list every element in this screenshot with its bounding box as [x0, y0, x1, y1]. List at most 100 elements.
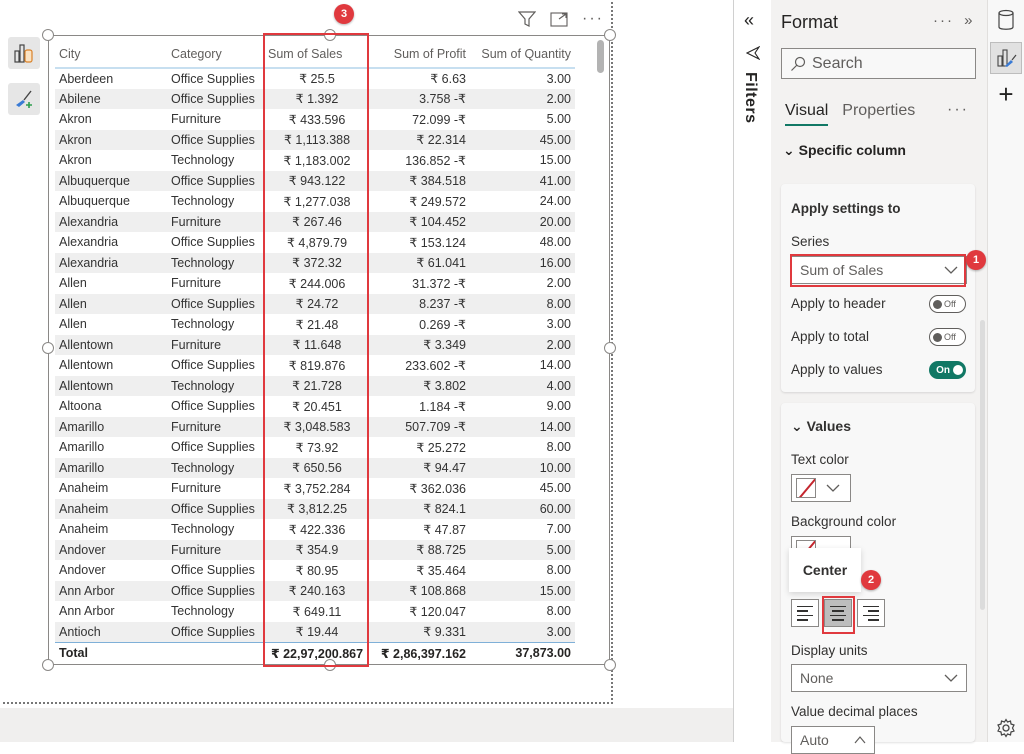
table-row[interactable]: Akron Furniture ₹ 433.596 72.099 -₹ 5.00	[55, 109, 575, 130]
city-cell: Amarillo	[55, 457, 167, 478]
sales-cell: ₹ 354.9	[264, 539, 370, 560]
apply-to-values-toggle[interactable]: On	[929, 361, 966, 379]
profit-cell: ₹ 120.047	[409, 604, 466, 619]
quantity-cell: 2.00	[470, 88, 575, 109]
quantity-cell: 20.00	[470, 211, 575, 232]
resize-handle[interactable]	[42, 342, 54, 354]
table-row[interactable]: Aberdeen Office Supplies ₹ 25.5 ₹ 6.63 3.00	[55, 68, 575, 89]
more-options-icon[interactable]: ···	[933, 12, 954, 29]
tab-visual[interactable]: Visual	[785, 102, 829, 126]
section-specific-column[interactable]: ⌄ Specific column	[783, 142, 906, 159]
display-units-label: Display units	[791, 643, 868, 658]
chevron-up-icon[interactable]	[854, 736, 866, 744]
table-row[interactable]: Akron Technology ₹ 1,183.002 136.852 -₹ 15.0…	[55, 150, 575, 171]
display-units-dropdown[interactable]: None	[791, 664, 967, 692]
table-row[interactable]: Allentown Furniture ₹ 11.648 ₹ 3.349 2.00	[55, 334, 575, 355]
table-row[interactable]: Ann Arbor Office Supplies ₹ 240.163 ₹ 108.8…	[55, 580, 575, 601]
table-row[interactable]: Amarillo Technology ₹ 650.56 ₹ 94.47 10.00	[55, 457, 575, 478]
sales-cell: ₹ 240.163	[264, 580, 370, 601]
column-header-category[interactable]: Category	[167, 40, 264, 69]
column-header-sales[interactable]: Sum of Sales	[264, 40, 370, 69]
sales-cell: ₹ 3,048.583	[264, 416, 370, 437]
sales-cell: ₹ 372.32	[264, 252, 370, 273]
table-row[interactable]: Allen Furniture ₹ 244.006 31.372 -₹ 2.00	[55, 273, 575, 294]
profit-cell: ₹ 3.802	[370, 375, 470, 396]
column-header-city[interactable]: City	[55, 40, 167, 69]
collapse-filters-icon[interactable]: «	[744, 10, 754, 31]
table-row[interactable]: Albuquerque Technology ₹ 1,277.038 ₹ 249.57…	[55, 191, 575, 212]
table-scrollbar[interactable]	[597, 40, 604, 73]
table-visual: City Category Sum of Sales Sum of Profit…	[55, 40, 575, 664]
add-pane-button[interactable]: +	[990, 78, 1022, 110]
resize-handle[interactable]	[42, 659, 54, 671]
align-right-button[interactable]	[857, 599, 885, 627]
quantity-cell: 24.00	[539, 194, 571, 209]
category-cell: Furniture	[167, 539, 264, 560]
apply-to-header-toggle[interactable]: Off	[929, 295, 966, 313]
category-cell: Technology	[171, 194, 235, 209]
series-dropdown[interactable]: Sum of Sales	[791, 256, 967, 284]
sales-cell: ₹ 244.006	[288, 276, 346, 291]
focus-mode-icon[interactable]	[550, 11, 568, 27]
resize-handle[interactable]	[604, 342, 616, 354]
resize-handle[interactable]	[604, 29, 616, 41]
expand-pane-icon[interactable]: »	[964, 12, 974, 29]
search-input[interactable]: Search	[781, 48, 976, 79]
quantity-cell: 16.00	[470, 252, 575, 273]
values-section-toggle[interactable]: ⌄ Values	[791, 418, 851, 435]
build-visual-button[interactable]	[8, 37, 40, 69]
quantity-cell: 7.00	[546, 522, 571, 537]
quantity-cell: 48.00	[539, 235, 571, 250]
table-row[interactable]: Allen Technology ₹ 21.48 0.269 -₹ 3.00	[55, 314, 575, 335]
format-visual-button[interactable]	[8, 83, 40, 115]
table-row[interactable]: Alexandria Office Supplies ₹ 4,879.79 ₹ 153…	[55, 232, 575, 253]
city-cell: Amarillo	[59, 440, 105, 455]
resize-handle[interactable]	[42, 29, 54, 41]
table-row[interactable]: Amarillo Office Supplies ₹ 73.92 ₹ 25.272 8.…	[55, 437, 575, 458]
table-row[interactable]: Anaheim Technology ₹ 422.336 ₹ 47.87 7.00	[55, 519, 575, 540]
settings-button[interactable]	[990, 712, 1022, 744]
apply-to-total-toggle[interactable]: Off	[929, 328, 966, 346]
table-row[interactable]: Abilene Office Supplies ₹ 1.392 3.758 -₹ 2.0…	[55, 88, 575, 109]
profit-cell: ₹ 61.041	[370, 252, 470, 273]
table-row[interactable]: Antioch Office Supplies ₹ 19.44 ₹ 9.331 3.00	[55, 621, 575, 642]
text-color-picker[interactable]	[791, 474, 851, 502]
category-cell: Office Supplies	[171, 71, 255, 86]
table-row[interactable]: Alexandria Technology ₹ 372.32 ₹ 61.041 16.0…	[55, 252, 575, 273]
tab-properties[interactable]: Properties	[842, 102, 915, 126]
quantity-cell: 10.00	[470, 457, 575, 478]
category-cell: Furniture	[167, 416, 264, 437]
table-row[interactable]: Ann Arbor Technology ₹ 649.11 ₹ 120.047 8.00	[55, 601, 575, 622]
database-icon	[998, 9, 1014, 30]
table-row[interactable]: Amarillo Furniture ₹ 3,048.583 507.709 -₹ 14…	[55, 416, 575, 437]
more-options-icon[interactable]: ···	[582, 10, 604, 28]
table-row[interactable]: Altoona Office Supplies ₹ 20.451 1.184 -₹ 9.…	[55, 396, 575, 417]
category-cell: Office Supplies	[171, 440, 255, 455]
column-header-quantity[interactable]: Sum of Quantity	[470, 40, 575, 69]
table-row[interactable]: Akron Office Supplies ₹ 1,113.388 ₹ 22.314 4…	[55, 129, 575, 150]
align-left-button[interactable]	[791, 599, 819, 627]
format-pane-button[interactable]	[990, 42, 1022, 74]
table-row[interactable]: Allen Office Supplies ₹ 24.72 8.237 -₹ 8.00	[55, 293, 575, 314]
table-row[interactable]: Andover Furniture ₹ 354.9 ₹ 88.725 5.00	[55, 539, 575, 560]
format-pane-scrollbar[interactable]	[980, 320, 985, 610]
category-cell: Technology	[171, 522, 235, 537]
resize-handle[interactable]	[604, 659, 616, 671]
filter-icon[interactable]	[518, 11, 536, 27]
profit-cell: 136.852 -₹	[405, 153, 466, 168]
table-row[interactable]: Anaheim Office Supplies ₹ 3,812.25 ₹ 824.1 6…	[55, 498, 575, 519]
tabs-more-icon[interactable]: ···	[947, 101, 969, 119]
category-cell: Technology	[171, 153, 235, 168]
column-header-profit[interactable]: Sum of Profit	[370, 40, 470, 69]
table-row[interactable]: Anaheim Furniture ₹ 3,752.284 ₹ 362.036 45.0…	[55, 478, 575, 499]
city-cell: Abilene	[55, 88, 167, 109]
table-row[interactable]: Andover Office Supplies ₹ 80.95 ₹ 35.464 8.0…	[55, 560, 575, 581]
decimal-places-input[interactable]: Auto	[791, 726, 875, 754]
table-row[interactable]: Albuquerque Office Supplies ₹ 943.122 ₹ 384…	[55, 170, 575, 191]
table-row[interactable]: Allentown Technology ₹ 21.728 ₹ 3.802 4.00	[55, 375, 575, 396]
filters-label[interactable]: Filters	[741, 72, 759, 124]
align-center-button[interactable]	[824, 599, 852, 627]
data-pane-button[interactable]	[990, 4, 1022, 36]
table-row[interactable]: Allentown Office Supplies ₹ 819.876 233.602…	[55, 355, 575, 376]
table-row[interactable]: Alexandria Furniture ₹ 267.46 ₹ 104.452 20.0…	[55, 211, 575, 232]
